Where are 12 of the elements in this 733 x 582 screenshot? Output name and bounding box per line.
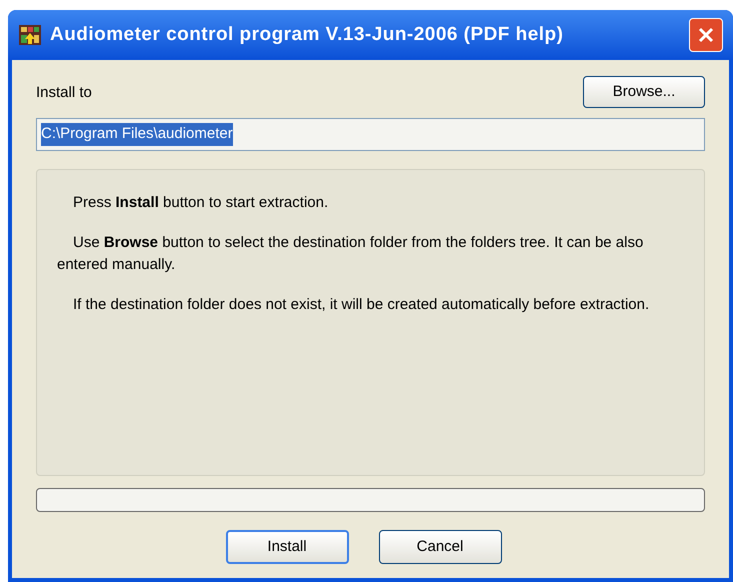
message-paragraph: Press Install button to start extraction. bbox=[72, 193, 330, 213]
app-icon bbox=[18, 23, 42, 47]
window-title: Audiometer control program V.13-Jun-2006 (PDF help) bbox=[50, 22, 564, 47]
install-to-label: Install to bbox=[36, 82, 92, 102]
message-paragraph: If the destination folder does not exist, it will be created automatically before extraction. bbox=[72, 295, 650, 315]
input-field[interactable]: C:\Program Files\audiometer bbox=[36, 118, 705, 151]
dialog-button[interactable]: Cancel bbox=[378, 530, 502, 564]
close-button[interactable] bbox=[689, 18, 723, 52]
dialog-button[interactable]: Install bbox=[226, 530, 348, 564]
browse-button[interactable]: Browse... bbox=[583, 76, 705, 108]
close-icon bbox=[696, 25, 716, 45]
message-paragraph: Use Browse button to select the destination folder from the folders tree. It can be also entered manually. bbox=[57, 233, 644, 275]
